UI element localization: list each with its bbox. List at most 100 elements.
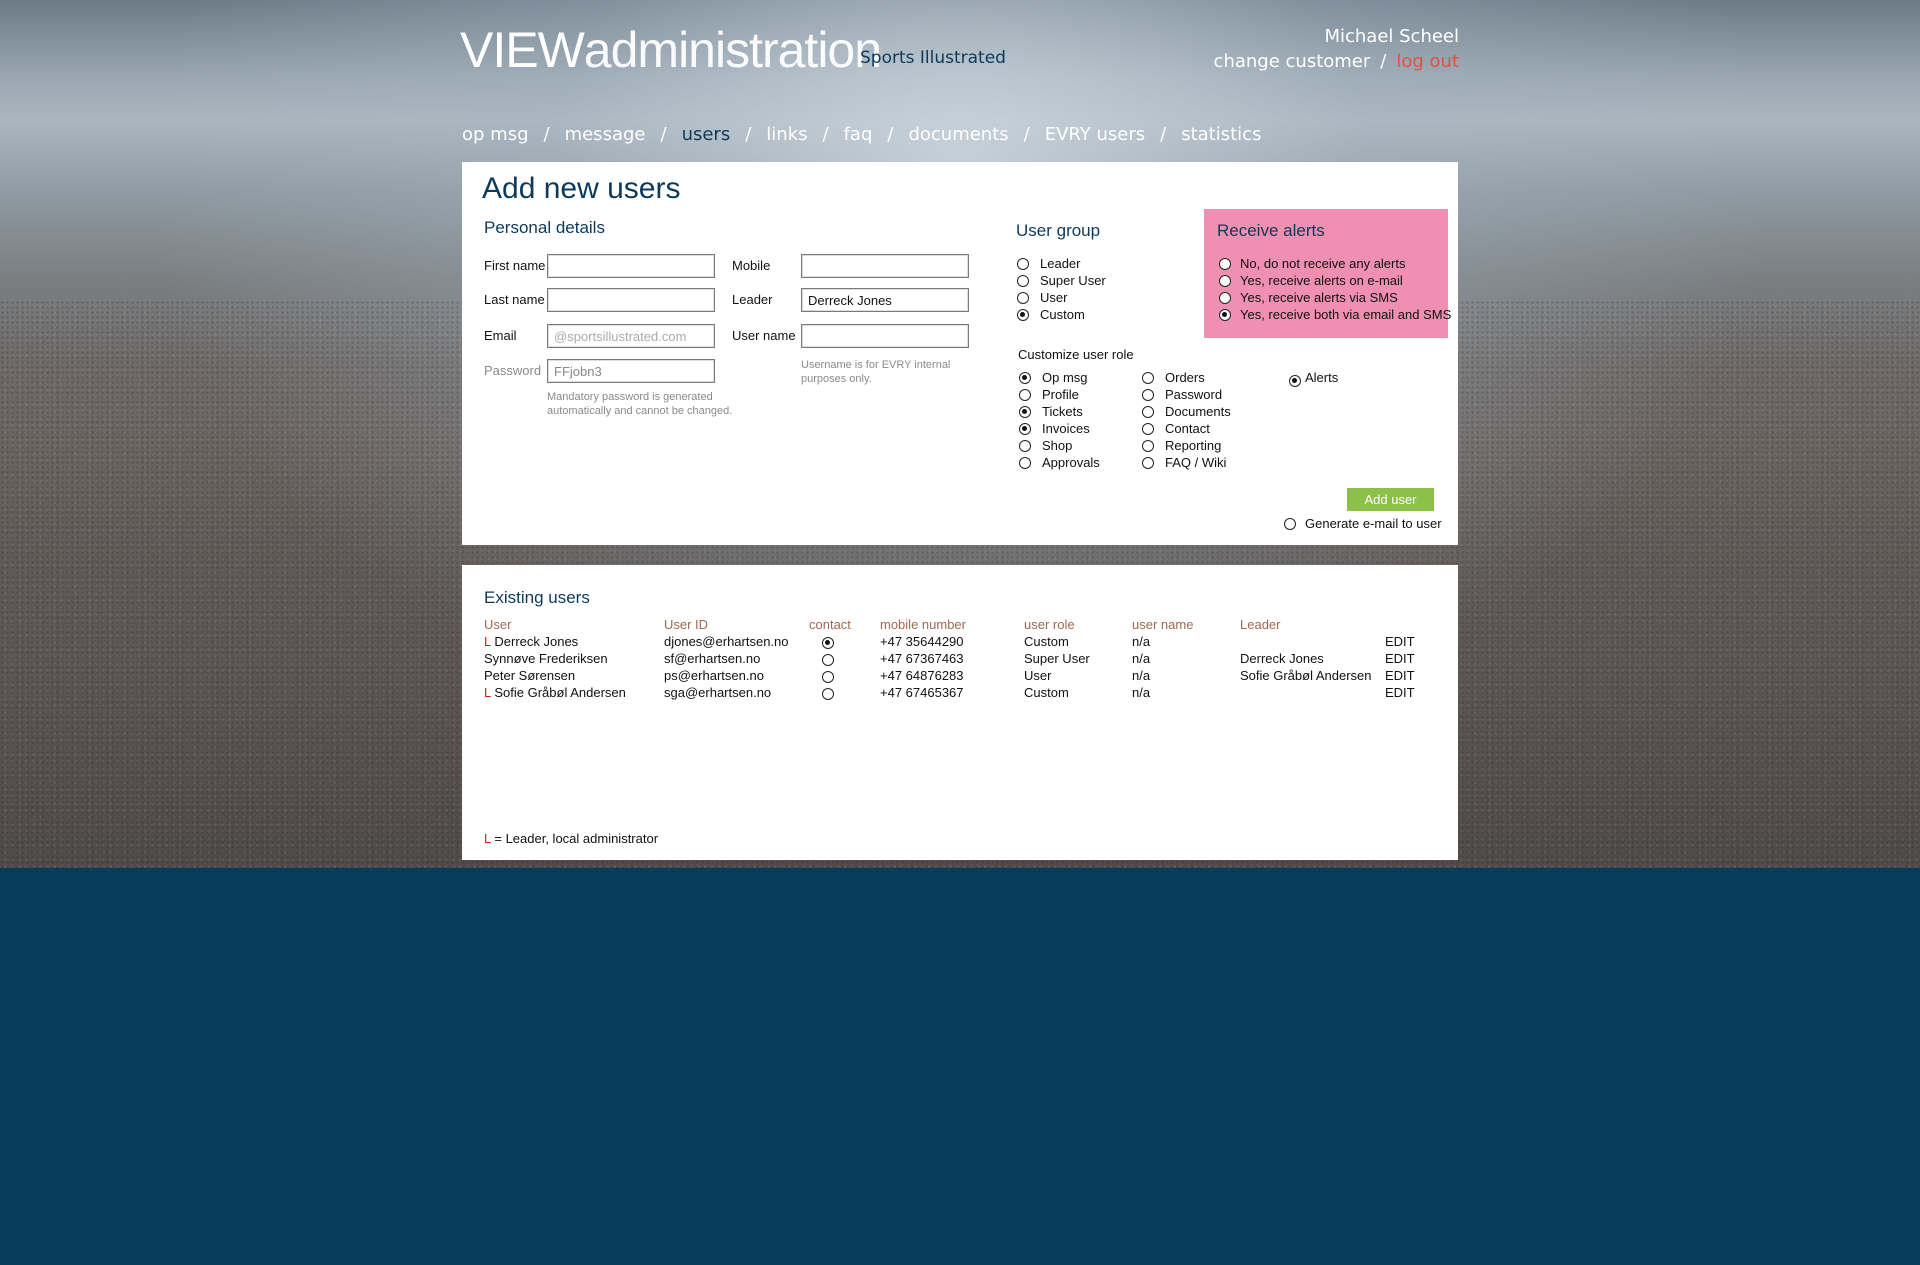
column-header-contact: contact (809, 617, 851, 632)
nav-item-links[interactable]: links (766, 124, 807, 145)
role-radio-approvals[interactable] (1019, 457, 1031, 469)
user-group-radio-super-user[interactable] (1017, 275, 1029, 287)
username-cell: n/a (1132, 685, 1151, 700)
personal-details-heading: Personal details (484, 218, 605, 237)
nav-separator: / (543, 124, 550, 145)
nav-item-documents[interactable]: documents (908, 124, 1008, 145)
role-radio-contact[interactable] (1142, 423, 1154, 435)
user-group-radio-leader[interactable] (1017, 258, 1029, 270)
alerts-radio-1[interactable] (1219, 275, 1231, 287)
alerts-label: No, do not receive any alerts (1240, 256, 1406, 271)
user-group-label: Leader (1040, 256, 1081, 271)
first-name-input[interactable] (547, 254, 715, 278)
user-name-cell: Peter Sørensen (484, 668, 575, 683)
contact-radio[interactable] (822, 637, 834, 649)
logout-link[interactable]: log out (1396, 51, 1459, 72)
email-input[interactable] (547, 324, 715, 348)
account-links: change customer / log out (1214, 51, 1459, 72)
nav-item-message[interactable]: message (565, 124, 646, 145)
add-user-button[interactable]: Add user (1347, 488, 1434, 511)
existing-users-heading: Existing users (484, 588, 590, 607)
role-radio-password[interactable] (1142, 389, 1154, 401)
username-cell: n/a (1132, 651, 1151, 666)
generate-email-radio[interactable] (1284, 518, 1296, 530)
leader-cell: Derreck Jones (1240, 651, 1324, 666)
column-header-leader: Leader (1240, 617, 1281, 632)
leader-input[interactable] (801, 288, 969, 312)
alerts-radio-3[interactable] (1219, 309, 1231, 321)
nav-item-users[interactable]: users (682, 124, 731, 145)
username-input[interactable] (801, 324, 969, 348)
role-radio-invoices[interactable] (1019, 423, 1031, 435)
role-radio-faq-wiki[interactable] (1142, 457, 1154, 469)
customize-role-heading: Customize user role (1018, 347, 1134, 362)
nav-separator: / (822, 124, 829, 145)
leader-marker: L (484, 685, 491, 700)
nav-separator: / (745, 124, 752, 145)
user-id-cell: sga@erhartsen.no (664, 685, 772, 700)
role-radio-reporting[interactable] (1142, 440, 1154, 452)
alerts-label: Yes, receive alerts via SMS (1240, 290, 1398, 305)
password-input[interactable] (547, 359, 715, 383)
role-cell: Custom (1024, 685, 1069, 700)
user-full-name: Sofie Gråbøl Andersen (494, 685, 626, 700)
role-label: Orders (1165, 370, 1205, 385)
nav-separator: / (660, 124, 667, 145)
role-radio-orders[interactable] (1142, 372, 1154, 384)
user-group-label: Custom (1040, 307, 1085, 322)
existing-users-panel (462, 565, 1458, 860)
client-name: Sports Illustrated (860, 48, 1006, 68)
legend-text: = Leader, local administrator (490, 831, 659, 846)
main-nav: op msg / message / users / links / faq / documents… (462, 124, 1261, 145)
role-label: FAQ / Wiki (1165, 455, 1227, 470)
role-radio-profile[interactable] (1019, 389, 1031, 401)
role-label: Approvals (1042, 455, 1100, 470)
user-group-radio-custom[interactable] (1017, 309, 1029, 321)
nav-separator: / (1023, 124, 1030, 145)
edit-link[interactable]: EDIT (1385, 685, 1415, 700)
edit-link[interactable]: EDIT (1385, 651, 1415, 666)
logo-bold: VIEW (460, 22, 585, 78)
username-cell: n/a (1132, 668, 1151, 683)
mobile-label: Mobile (732, 258, 771, 273)
last-name-input[interactable] (547, 288, 715, 312)
role-radio-alerts[interactable] (1289, 375, 1301, 387)
role-radio-shop[interactable] (1019, 440, 1031, 452)
role-radio-documents[interactable] (1142, 406, 1154, 418)
mobile-cell: +47 67367463 (880, 651, 964, 666)
contact-radio[interactable] (822, 688, 834, 700)
mobile-input[interactable] (801, 254, 969, 278)
app-logo: VIEWadministration (460, 20, 882, 80)
edit-link[interactable]: EDIT (1385, 668, 1415, 683)
user-full-name: Synnøve Frederiksen (484, 651, 608, 666)
nav-item-statistics[interactable]: statistics (1181, 124, 1261, 145)
contact-radio[interactable] (822, 654, 834, 666)
legend-marker: L (484, 831, 491, 846)
last-name-label: Last name (484, 292, 545, 307)
nav-item-op-msg[interactable]: op msg (462, 124, 529, 145)
alerts-radio-0[interactable] (1219, 258, 1231, 270)
role-radio-op-msg[interactable] (1019, 372, 1031, 384)
user-id-cell: ps@erhartsen.no (664, 668, 764, 683)
nav-item-faq[interactable]: faq (844, 124, 873, 145)
role-label: Shop (1042, 438, 1073, 453)
role-radio-tickets[interactable] (1019, 406, 1031, 418)
password-label: Password (484, 363, 542, 378)
user-group-label: Super User (1040, 273, 1106, 288)
user-group-radio-user[interactable] (1017, 292, 1029, 304)
column-header-mobile-number: mobile number (880, 617, 966, 632)
column-header-user-id: User ID (664, 617, 709, 632)
account-links-separator: / (1380, 51, 1387, 72)
page-title: Add new users (482, 172, 681, 205)
alerts-radio-2[interactable] (1219, 292, 1231, 304)
mobile-cell: +47 35644290 (880, 634, 964, 649)
current-user-name: Michael Scheel (1324, 26, 1459, 47)
change-customer-link[interactable]: change customer (1214, 51, 1371, 72)
edit-link[interactable]: EDIT (1385, 634, 1415, 649)
role-cell: Custom (1024, 634, 1069, 649)
role-label: Alerts (1305, 370, 1339, 385)
role-label: Invoices (1042, 421, 1090, 436)
nav-item-evry-users[interactable]: EVRY users (1045, 124, 1145, 145)
contact-radio[interactable] (822, 671, 834, 683)
role-cell: User (1024, 668, 1052, 683)
